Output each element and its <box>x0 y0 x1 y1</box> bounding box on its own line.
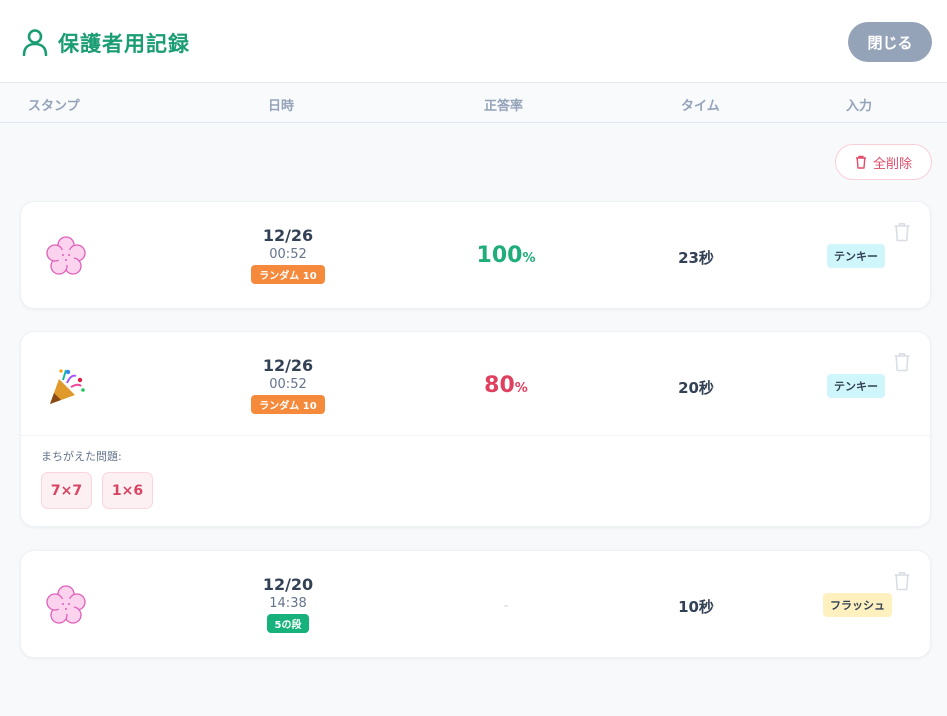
record-datetime: 12/26 00:52 ランダム 10 <box>228 226 348 284</box>
record-time: 14:38 <box>269 596 307 611</box>
mode-badge: ランダム 10 <box>251 395 325 414</box>
accuracy-empty: - <box>503 598 509 614</box>
duration-value: 10秒 <box>678 598 714 616</box>
record-card: 12/26 00:52 ランダム 10 80% 20秒 テンキー まちがえた問題… <box>20 331 932 527</box>
mistake-chip: 1×6 <box>102 472 153 509</box>
accuracy-number: 100 <box>476 243 523 268</box>
record-date: 12/26 <box>262 356 314 375</box>
delete-record-icon[interactable] <box>893 571 911 591</box>
trash-icon <box>855 155 866 169</box>
accuracy-value: 80% <box>441 373 571 398</box>
column-header-time: タイム <box>681 99 720 114</box>
accuracy-unit: % <box>522 251 536 266</box>
party-popper-stamp-icon <box>50 369 85 404</box>
column-header-accuracy: 正答率 <box>484 99 524 114</box>
delete-record-icon[interactable] <box>893 222 911 242</box>
accuracy-number: 80 <box>484 373 515 398</box>
delete-record-icon[interactable] <box>893 352 911 372</box>
column-header-stamp: スタンプ <box>28 99 80 114</box>
record-datetime: 12/20 14:38 5の段 <box>228 575 348 633</box>
mistakes-label: まちがえた問題: <box>41 450 122 463</box>
record-time: 00:52 <box>269 377 307 392</box>
column-header-row: スタンプ 日時 正答率 タイム 入力 <box>0 84 947 123</box>
close-button[interactable]: 閉じる <box>848 22 932 62</box>
user-icon <box>22 29 48 56</box>
accuracy-unit: % <box>514 381 528 396</box>
duration-value: 20秒 <box>678 379 714 397</box>
input-method-badge: テンキー <box>827 374 885 398</box>
flower-stamp-icon <box>46 585 86 624</box>
record-card: 12/20 14:38 5の段 - 10秒 フラッシュ <box>20 550 931 658</box>
clear-all-button[interactable]: 全削除 <box>835 144 932 180</box>
column-header-input: 入力 <box>846 99 873 114</box>
duration-value: 23秒 <box>678 249 714 267</box>
record-card: 12/26 00:52 ランダム 10 100% 23秒 テンキー <box>20 201 931 309</box>
column-header-datetime: 日時 <box>268 99 295 114</box>
record-date: 12/26 <box>262 226 314 245</box>
mode-badge: ランダム 10 <box>251 265 325 284</box>
flower-stamp-icon <box>46 236 86 275</box>
mode-badge: 5の段 <box>266 614 310 633</box>
clear-all-label: 全削除 <box>872 156 912 172</box>
input-method-badge: フラッシュ <box>823 593 892 617</box>
input-method-badge: テンキー <box>827 244 885 268</box>
divider <box>21 435 932 436</box>
record-date: 12/20 <box>262 575 314 594</box>
mistake-chip: 7×7 <box>41 472 92 509</box>
header: 保護者用記録 閉じる <box>0 0 947 83</box>
accuracy-value: 100% <box>441 243 571 268</box>
page-title: 保護者用記録 <box>58 32 190 56</box>
record-time: 00:52 <box>269 247 307 262</box>
record-datetime: 12/26 00:52 ランダム 10 <box>228 356 348 414</box>
